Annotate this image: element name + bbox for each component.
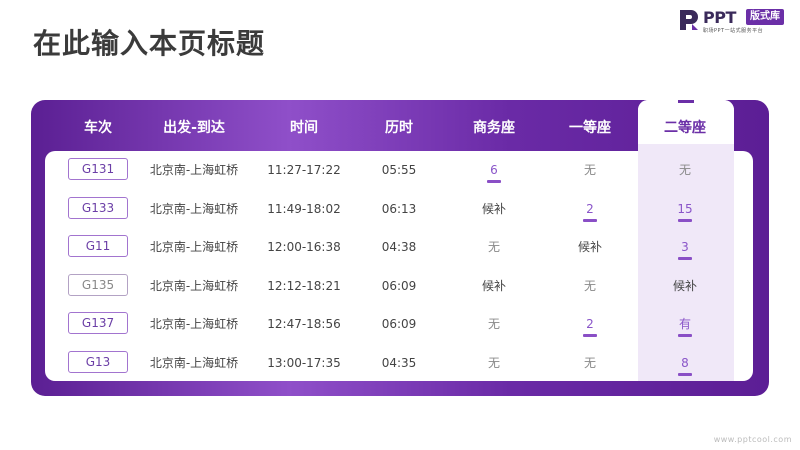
first-class-cell[interactable]: 2 (535, 316, 645, 337)
second-class-cell: 无 (678, 163, 691, 177)
duration-cell: 06:13 (381, 202, 417, 216)
business-seat-cell: 无 (487, 317, 500, 331)
ppt-logo-icon (680, 10, 698, 30)
seat-underline (583, 219, 597, 222)
route-cell: 北京南-上海虹桥 (149, 317, 239, 331)
train-number-badge[interactable]: G135 (68, 274, 128, 296)
header-train: 车次 (84, 120, 112, 136)
time-cell: 13:00-17:35 (267, 356, 341, 370)
watermark: www.pptcool.com (713, 435, 792, 444)
business-seat-cell[interactable]: 6 (439, 162, 549, 183)
header-first-class: 一等座 (569, 120, 611, 136)
route-cell: 北京南-上海虹桥 (149, 240, 239, 254)
seat-count: 2 (586, 202, 594, 216)
first-class-cell: 无 (583, 356, 596, 370)
time-cell: 12:12-18:21 (267, 279, 341, 293)
duration-cell: 06:09 (381, 317, 417, 331)
seat-underline (678, 257, 692, 260)
seat-underline (678, 373, 692, 376)
route-cell: 北京南-上海虹桥 (149, 356, 239, 370)
duration-cell: 06:09 (381, 279, 417, 293)
highlight-marker (678, 100, 694, 103)
duration-cell: 04:38 (381, 240, 417, 254)
seat-count: 15 (677, 202, 693, 216)
seat-underline (583, 334, 597, 337)
header-route: 出发-到达 (163, 120, 225, 136)
train-number-badge[interactable]: G11 (68, 235, 128, 257)
brand-logo: PPT 版式库 职场PPT一站式服务平台 (678, 8, 796, 36)
logo-subtitle: 职场PPT一站式服务平台 (703, 28, 764, 34)
seat-count: 2 (586, 317, 594, 331)
seat-count: 有 (678, 317, 691, 331)
seat-count: 6 (490, 163, 498, 177)
first-class-cell: 无 (583, 163, 596, 177)
seat-count: 8 (681, 356, 689, 370)
route-cell: 北京南-上海虹桥 (149, 202, 239, 216)
first-class-cell[interactable]: 2 (535, 201, 645, 222)
seat-underline (678, 219, 692, 222)
time-cell: 12:47-18:56 (267, 317, 341, 331)
seat-underline (678, 334, 692, 337)
second-class-cell[interactable]: 8 (630, 355, 740, 376)
second-class-cell[interactable]: 15 (630, 201, 740, 222)
seat-count: 3 (681, 240, 689, 254)
logo-badge: 版式库 (746, 9, 784, 25)
time-cell: 11:49-18:02 (267, 202, 341, 216)
header-duration: 历时 (385, 120, 413, 136)
time-cell: 11:27-17:22 (267, 163, 341, 177)
train-number-badge[interactable]: G133 (68, 197, 128, 219)
duration-cell: 04:35 (381, 356, 417, 370)
train-number-badge[interactable]: G131 (68, 158, 128, 180)
first-class-cell: 无 (583, 279, 596, 293)
page-title: 在此输入本页标题 (33, 27, 266, 60)
business-seat-cell: 无 (487, 240, 500, 254)
business-seat-cell[interactable]: 候补 (439, 278, 549, 294)
header-second-class: 二等座 (664, 120, 706, 136)
route-cell: 北京南-上海虹桥 (149, 279, 239, 293)
business-seat-cell[interactable]: 候补 (439, 201, 549, 217)
business-seat-cell: 无 (487, 356, 500, 370)
second-class-cell[interactable]: 候补 (630, 278, 740, 294)
header-business-seat: 商务座 (473, 120, 515, 136)
header-time: 时间 (290, 120, 318, 136)
first-class-cell[interactable]: 候补 (535, 239, 645, 255)
duration-cell: 05:55 (381, 163, 417, 177)
logo-ppt-text: PPT (703, 8, 736, 27)
second-class-cell[interactable]: 有 (630, 316, 740, 337)
time-cell: 12:00-16:38 (267, 240, 341, 254)
second-class-cell[interactable]: 3 (630, 239, 740, 260)
train-number-badge[interactable]: G137 (68, 312, 128, 334)
seat-underline (487, 180, 501, 183)
train-number-badge[interactable]: G13 (68, 351, 128, 373)
route-cell: 北京南-上海虹桥 (149, 163, 239, 177)
